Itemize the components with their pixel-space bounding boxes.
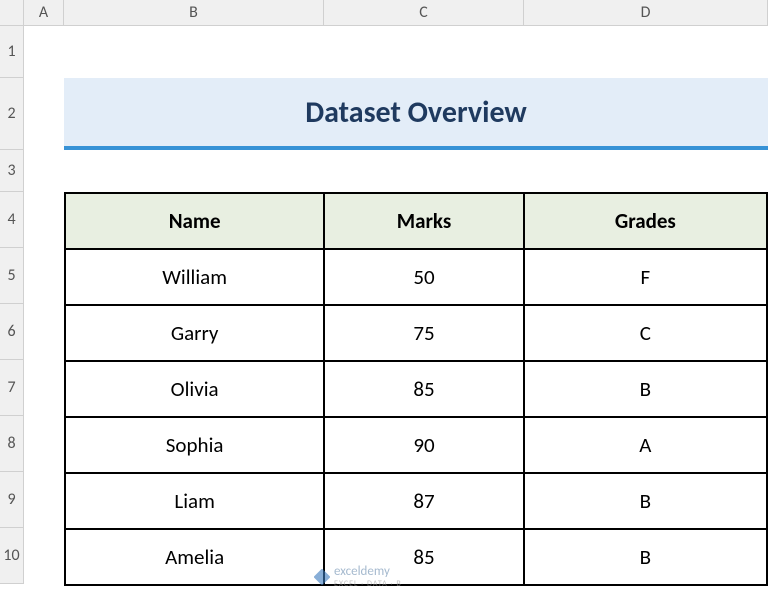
grid-area[interactable]: Dataset Overview Name Marks Grades Willi…: [24, 26, 768, 585]
row-headers: 1 2 3 4 5 6 7 8 9 10: [0, 26, 24, 584]
watermark-brand: exceldemy: [334, 564, 402, 579]
col-header-B[interactable]: B: [64, 0, 324, 26]
cell-grades[interactable]: B: [524, 529, 767, 585]
row-header-2[interactable]: 2: [0, 78, 24, 150]
table-row: Garry 75 C: [65, 305, 767, 361]
table-header-row: Name Marks Grades: [65, 193, 767, 249]
table-row: William 50 F: [65, 249, 767, 305]
cell-marks[interactable]: 85: [324, 361, 523, 417]
cell-grades[interactable]: C: [524, 305, 767, 361]
cell-marks[interactable]: 87: [324, 473, 523, 529]
cell-name[interactable]: Garry: [65, 305, 324, 361]
cell-grades[interactable]: B: [524, 473, 767, 529]
table-row: Olivia 85 B: [65, 361, 767, 417]
row-header-9[interactable]: 9: [0, 472, 24, 528]
row-header-8[interactable]: 8: [0, 416, 24, 472]
column-headers: A B C D: [24, 0, 768, 26]
data-table: Name Marks Grades William 50 F Garry 75 …: [64, 192, 768, 586]
header-marks[interactable]: Marks: [324, 193, 523, 249]
watermark-icon: [314, 569, 330, 585]
col-header-C[interactable]: C: [324, 0, 524, 26]
row-header-4[interactable]: 4: [0, 192, 24, 248]
watermark-sub: EXCEL · DATA · B: [334, 579, 402, 589]
header-name[interactable]: Name: [65, 193, 324, 249]
row-header-1[interactable]: 1: [0, 26, 24, 78]
cell-name[interactable]: Liam: [65, 473, 324, 529]
cell-name[interactable]: Sophia: [65, 417, 324, 473]
watermark-text: exceldemy EXCEL · DATA · B: [334, 564, 402, 589]
header-grades[interactable]: Grades: [524, 193, 767, 249]
col-header-D[interactable]: D: [524, 0, 768, 26]
row-header-5[interactable]: 5: [0, 248, 24, 304]
row-header-3[interactable]: 3: [0, 150, 24, 192]
select-all-corner[interactable]: [0, 0, 24, 26]
cell-marks[interactable]: 90: [324, 417, 523, 473]
cell-name[interactable]: Amelia: [65, 529, 324, 585]
col-header-A[interactable]: A: [24, 0, 64, 26]
cell-marks[interactable]: 75: [324, 305, 523, 361]
cell-grades[interactable]: F: [524, 249, 767, 305]
title-cell[interactable]: Dataset Overview: [64, 78, 768, 150]
table-row: Sophia 90 A: [65, 417, 767, 473]
spreadsheet: A B C D 1 2 3 4 5 6 7 8 9 10 Dataset Ove…: [0, 0, 768, 585]
cell-grades[interactable]: B: [524, 361, 767, 417]
row-header-10[interactable]: 10: [0, 528, 24, 584]
row-header-7[interactable]: 7: [0, 360, 24, 416]
table-row: Liam 87 B: [65, 473, 767, 529]
cell-grades[interactable]: A: [524, 417, 767, 473]
row-header-6[interactable]: 6: [0, 304, 24, 360]
cell-marks[interactable]: 50: [324, 249, 523, 305]
cell-name[interactable]: Olivia: [65, 361, 324, 417]
watermark: exceldemy EXCEL · DATA · B: [314, 564, 402, 589]
table-row: Amelia 85 B: [65, 529, 767, 585]
cell-name[interactable]: William: [65, 249, 324, 305]
